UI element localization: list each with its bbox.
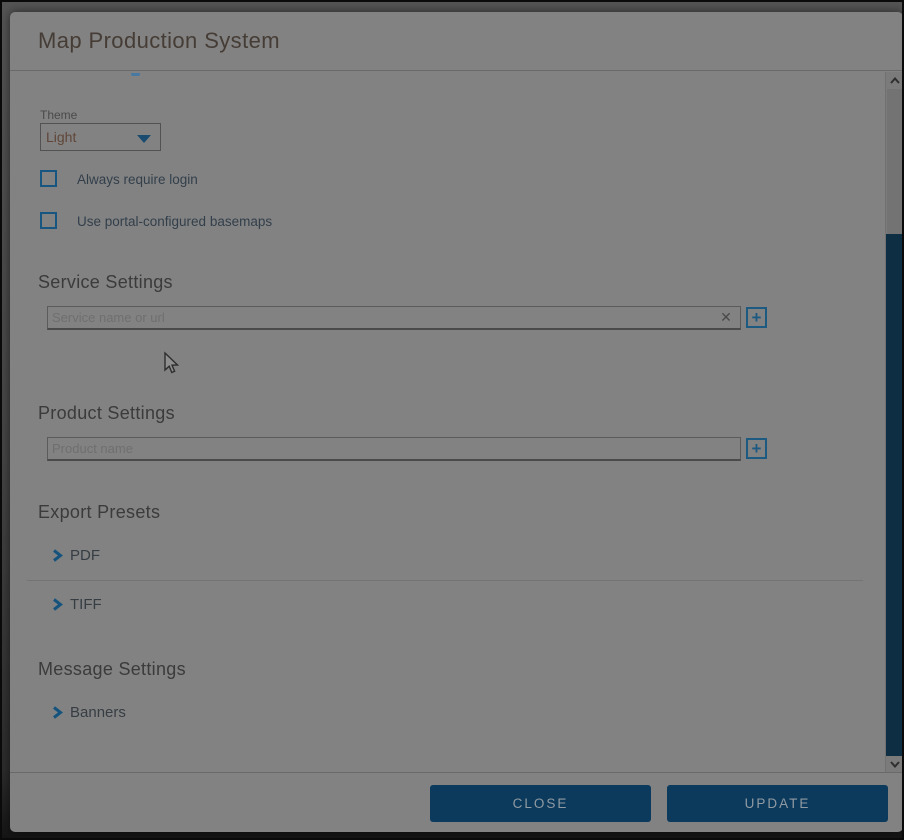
- screen: Map Production System Theme Light Always…: [0, 0, 904, 840]
- portal-basemaps-checkbox[interactable]: [40, 212, 57, 229]
- export-presets-heading: Export Presets: [38, 502, 160, 523]
- caret-down-icon: [137, 135, 151, 143]
- scrollbar-down-icon[interactable]: [886, 756, 903, 772]
- scrollbar-thumb[interactable]: [887, 89, 903, 234]
- banners-label: Banners: [70, 704, 126, 721]
- mouse-cursor-icon: [162, 351, 180, 380]
- settings-scroll-area: Theme Light Always require login Use por…: [10, 72, 903, 772]
- chevron-right-icon: [52, 549, 63, 567]
- update-button[interactable]: UPDATE: [667, 785, 888, 822]
- chevron-right-icon: [52, 706, 63, 724]
- clear-icon[interactable]: ✕: [718, 309, 734, 325]
- dialog-footer: CLOSE UPDATE: [10, 772, 903, 832]
- product-input-wrap: [47, 437, 741, 461]
- always-require-login-label: Always require login: [77, 172, 198, 187]
- add-product-button[interactable]: +: [746, 438, 767, 459]
- export-preset-pdf-label: PDF: [70, 547, 100, 564]
- dialog-title: Map Production System: [38, 28, 280, 54]
- add-service-button[interactable]: +: [746, 307, 767, 328]
- service-name-input[interactable]: [47, 306, 741, 330]
- product-settings-heading: Product Settings: [38, 403, 175, 424]
- theme-select-value: Light: [46, 129, 76, 145]
- scrollbar-up-icon[interactable]: [886, 72, 903, 88]
- map-production-system-dialog: Map Production System Theme Light Always…: [10, 12, 903, 832]
- dialog-header: Map Production System: [10, 12, 903, 71]
- portal-basemaps-label: Use portal-configured basemaps: [77, 214, 272, 229]
- chevron-right-icon: [52, 598, 63, 616]
- clipped-element-remnant: [131, 73, 140, 76]
- vertical-scrollbar[interactable]: [885, 72, 903, 772]
- close-button[interactable]: CLOSE: [430, 785, 651, 822]
- product-name-input[interactable]: [47, 437, 741, 461]
- message-settings-heading: Message Settings: [38, 659, 186, 680]
- preset-divider: [27, 580, 863, 581]
- theme-select[interactable]: Light: [40, 123, 161, 151]
- service-input-wrap: ✕: [47, 306, 741, 330]
- theme-label: Theme: [40, 108, 77, 122]
- export-preset-tiff-label: TIFF: [70, 596, 102, 613]
- service-settings-heading: Service Settings: [38, 272, 173, 293]
- scrollbar-track[interactable]: [886, 234, 903, 756]
- always-require-login-checkbox[interactable]: [40, 170, 57, 187]
